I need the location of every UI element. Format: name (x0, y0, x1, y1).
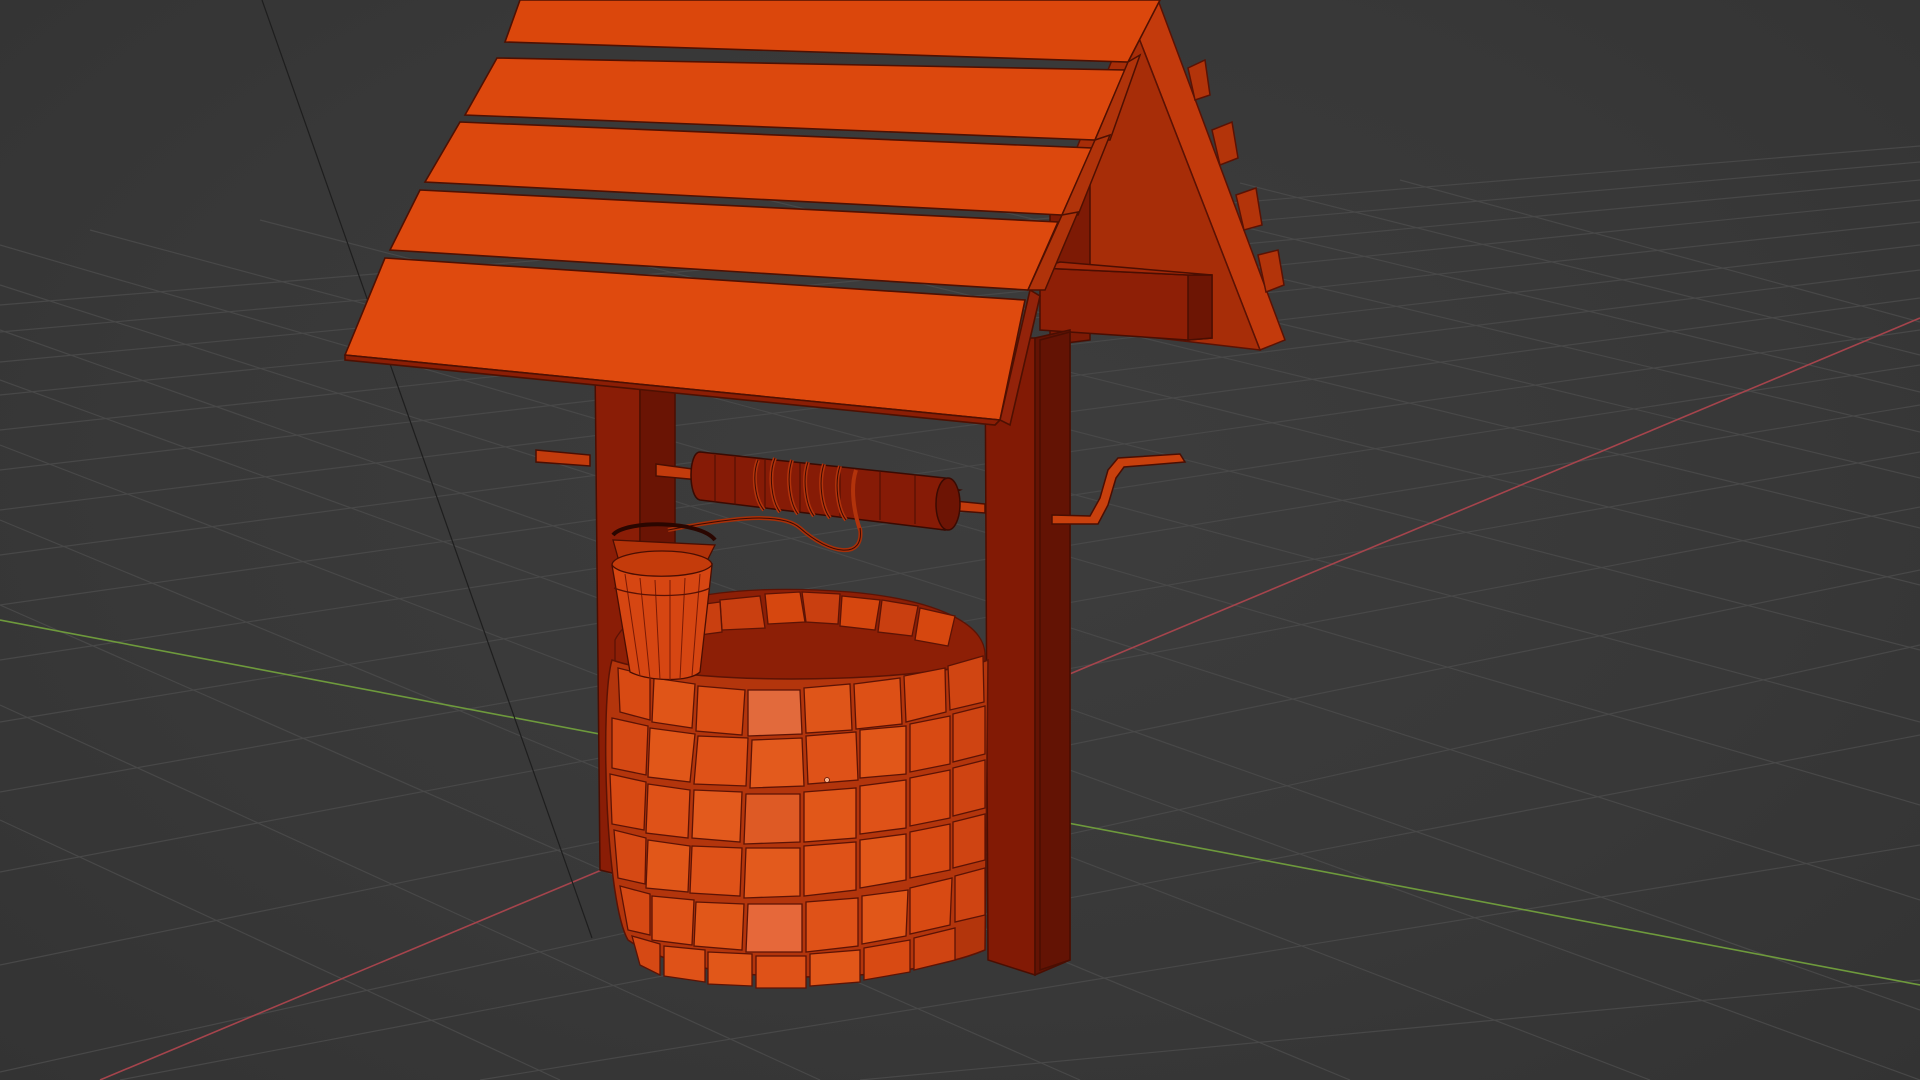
stone-wall-front (604, 655, 989, 989)
3d-viewport[interactable] (0, 0, 1920, 1080)
viewport-canvas[interactable] (0, 0, 1920, 1080)
support-post-right (984, 329, 1071, 977)
bucket (611, 522, 717, 681)
cross-beam (1039, 261, 1213, 341)
wall-stones (609, 655, 986, 989)
object-origin-dot (824, 777, 830, 783)
wishing-well-model[interactable] (343, 0, 1286, 989)
